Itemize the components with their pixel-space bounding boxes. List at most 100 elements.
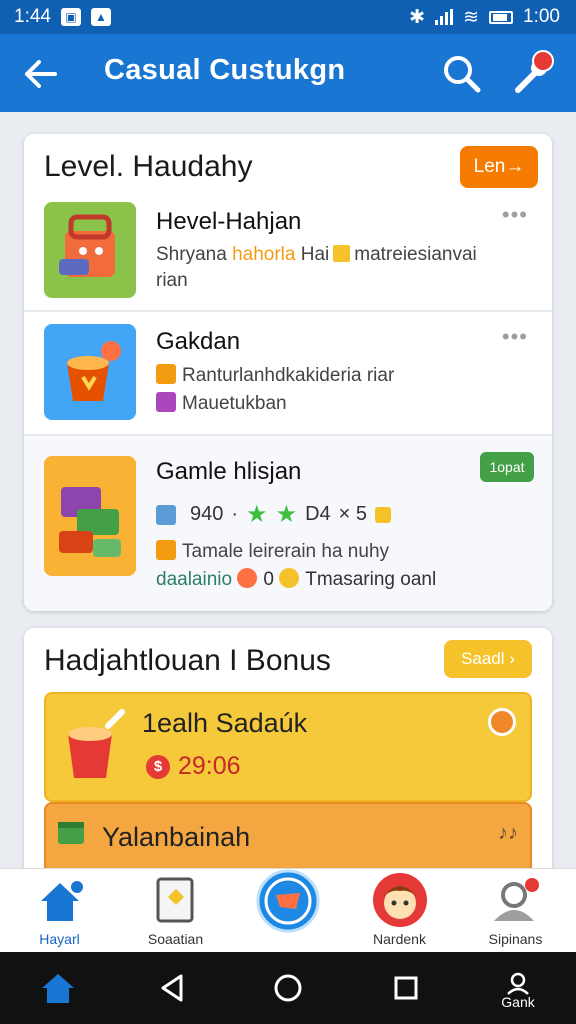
app-notification-icon: ▲ bbox=[90, 8, 111, 26]
item-description: Tamale leirerain ha nuhy bbox=[156, 540, 389, 563]
user-lock-icon bbox=[493, 878, 539, 921]
coin-icon bbox=[333, 245, 351, 262]
nav-item-center[interactable] bbox=[230, 869, 345, 953]
bucket-icon bbox=[44, 324, 136, 420]
wifi-icon: ≋ bbox=[463, 6, 480, 28]
ticket-icon bbox=[156, 540, 176, 560]
item-desc-part: Tamale leirerain ha nuhy bbox=[182, 541, 390, 562]
person-icon bbox=[507, 972, 529, 995]
bonus-item-title: 1ealh Sadaúk bbox=[142, 708, 308, 738]
item-desc-part: daalainio bbox=[156, 569, 233, 590]
back-arrow-icon bbox=[25, 60, 57, 88]
countdown-timer: $29:06 bbox=[146, 752, 241, 781]
system-account-button[interactable]: Gank bbox=[490, 962, 546, 1010]
dollar-icon: $ bbox=[146, 754, 170, 779]
gift-icon bbox=[58, 822, 84, 844]
select-radio[interactable] bbox=[488, 708, 516, 736]
bonus-card-title: Hadjahtlouan I Bonus bbox=[44, 644, 331, 677]
square-recents-icon bbox=[394, 976, 418, 1000]
star-icon: ★ bbox=[246, 501, 268, 528]
notification-badge bbox=[532, 50, 554, 72]
battery-icon bbox=[489, 10, 514, 24]
item-description-line2: daalainio 0 Tmasaring oanl bbox=[156, 568, 436, 591]
level-card-action-button[interactable]: Len→ bbox=[460, 146, 538, 188]
stat-code: D4 bbox=[305, 503, 331, 525]
bonus-card: Hadjahtlouan I Bonus Saadl › 1ealh Sadaú… bbox=[24, 628, 552, 888]
back-button[interactable] bbox=[20, 54, 60, 94]
signal-icon bbox=[435, 9, 454, 25]
home-icon bbox=[40, 879, 83, 921]
search-icon bbox=[444, 56, 481, 93]
item-description-line2: rian bbox=[156, 270, 188, 291]
system-home-button[interactable] bbox=[260, 966, 316, 1010]
item-description-line2: Mauetukban bbox=[156, 392, 287, 415]
item-desc-part: Mauetukban bbox=[182, 393, 287, 414]
item-desc-part: Tmasaring oanl bbox=[305, 569, 437, 590]
bonus-item-title: Yalanbainah bbox=[102, 822, 251, 852]
nav-item-home[interactable]: Hayarl bbox=[2, 869, 117, 953]
status-time: 1:44 bbox=[14, 6, 51, 27]
stat-count: 940 bbox=[190, 503, 224, 525]
list-item[interactable]: Gamle hlisjan 1opat 940 · ★ ★ D4 × 5 Tam… bbox=[24, 436, 552, 611]
play-center-icon bbox=[256, 869, 319, 933]
stat-multiplier: × 5 bbox=[338, 503, 368, 525]
book-icon bbox=[156, 877, 193, 923]
circle-home-icon bbox=[274, 974, 302, 1002]
item-title: Gamle hlisjan bbox=[156, 458, 302, 485]
triangle-back-icon bbox=[161, 974, 183, 1002]
stat-separator: · bbox=[231, 503, 239, 525]
nav-item-settings[interactable]: Sipinans bbox=[458, 869, 573, 953]
item-desc-part: matreiesianvai bbox=[354, 244, 477, 265]
status-clock-right: 1:00 bbox=[523, 6, 560, 27]
system-account-label: Gank bbox=[501, 994, 535, 1010]
system-navigation-bar: Gank bbox=[0, 952, 576, 1024]
timer-value: 29:06 bbox=[178, 752, 241, 780]
more-options-icon[interactable]: ••• bbox=[502, 324, 528, 350]
coin-icon bbox=[375, 506, 392, 523]
item-description: Ranturlanhdkakideria riar bbox=[156, 364, 394, 387]
cube-icon bbox=[156, 504, 176, 525]
nav-item-collection[interactable]: Soaatian bbox=[118, 869, 233, 953]
sun-icon bbox=[279, 568, 300, 588]
list-item[interactable]: Gakdan ••• Ranturlanhdkakideria riar Mau… bbox=[24, 314, 552, 436]
bottom-navigation: Hayarl Soaatian Nardenk Sipinans bbox=[0, 868, 576, 952]
system-recents-button[interactable] bbox=[378, 966, 434, 1010]
flame-icon bbox=[156, 364, 176, 384]
microphone-button[interactable] bbox=[508, 48, 558, 98]
music-note-icon: ♪♪ bbox=[498, 822, 518, 844]
item-desc-part: Hai bbox=[300, 244, 330, 265]
status-bar: 1:44 ▣ ▲ ✱ ≋ 1:00 bbox=[0, 0, 576, 34]
item-description: Shryana hahorla Hai matreiesianvai bbox=[156, 244, 477, 266]
app-bar: Casual Custukgn bbox=[0, 34, 576, 112]
level-card: Level. Haudahy Len→ Hevel-Hahjan ••• Shr… bbox=[24, 134, 552, 611]
clock-icon bbox=[237, 568, 258, 588]
star-icon: ★ bbox=[275, 501, 298, 528]
item-title: Hevel-Hahjan bbox=[156, 208, 302, 235]
bonus-item[interactable]: 1ealh Sadaúk $29:06 bbox=[44, 692, 532, 802]
calendar-icon bbox=[156, 392, 176, 412]
list-item[interactable]: Hevel-Hahjan ••• Shryana hahorla Hai matr… bbox=[24, 196, 552, 312]
nav-label: Hayarl bbox=[39, 931, 80, 947]
item-highlight: hahorla bbox=[232, 244, 296, 265]
nav-label: Nardenk bbox=[373, 931, 426, 947]
item-desc-part: Ranturlanhdkakideria riar bbox=[182, 365, 395, 386]
nav-label: Soaatian bbox=[147, 931, 204, 947]
search-button[interactable] bbox=[440, 52, 484, 96]
nav-item-profile[interactable]: Nardenk bbox=[342, 869, 457, 953]
building-blocks-icon bbox=[44, 456, 136, 576]
backpack-icon bbox=[44, 202, 136, 298]
level-card-title: Level. Haudahy bbox=[44, 150, 253, 183]
more-options-icon[interactable]: ••• bbox=[502, 202, 528, 228]
system-home-app-button[interactable] bbox=[30, 966, 86, 1010]
status-badge: 1opat bbox=[480, 452, 534, 482]
item-stats: 940 · ★ ★ D4 × 5 bbox=[156, 500, 397, 529]
bonus-card-action-button[interactable]: Saadl › bbox=[444, 640, 532, 678]
bucket-icon bbox=[68, 709, 125, 778]
system-back-button[interactable] bbox=[144, 966, 200, 1010]
bluetooth-icon: ✱ bbox=[409, 6, 426, 28]
item-desc-part: 0 bbox=[263, 569, 274, 590]
item-desc-part: Shryana bbox=[156, 244, 227, 265]
item-title: Gakdan bbox=[156, 328, 241, 355]
home-icon bbox=[42, 974, 74, 1003]
photo-notification-icon: ▣ bbox=[60, 8, 81, 26]
